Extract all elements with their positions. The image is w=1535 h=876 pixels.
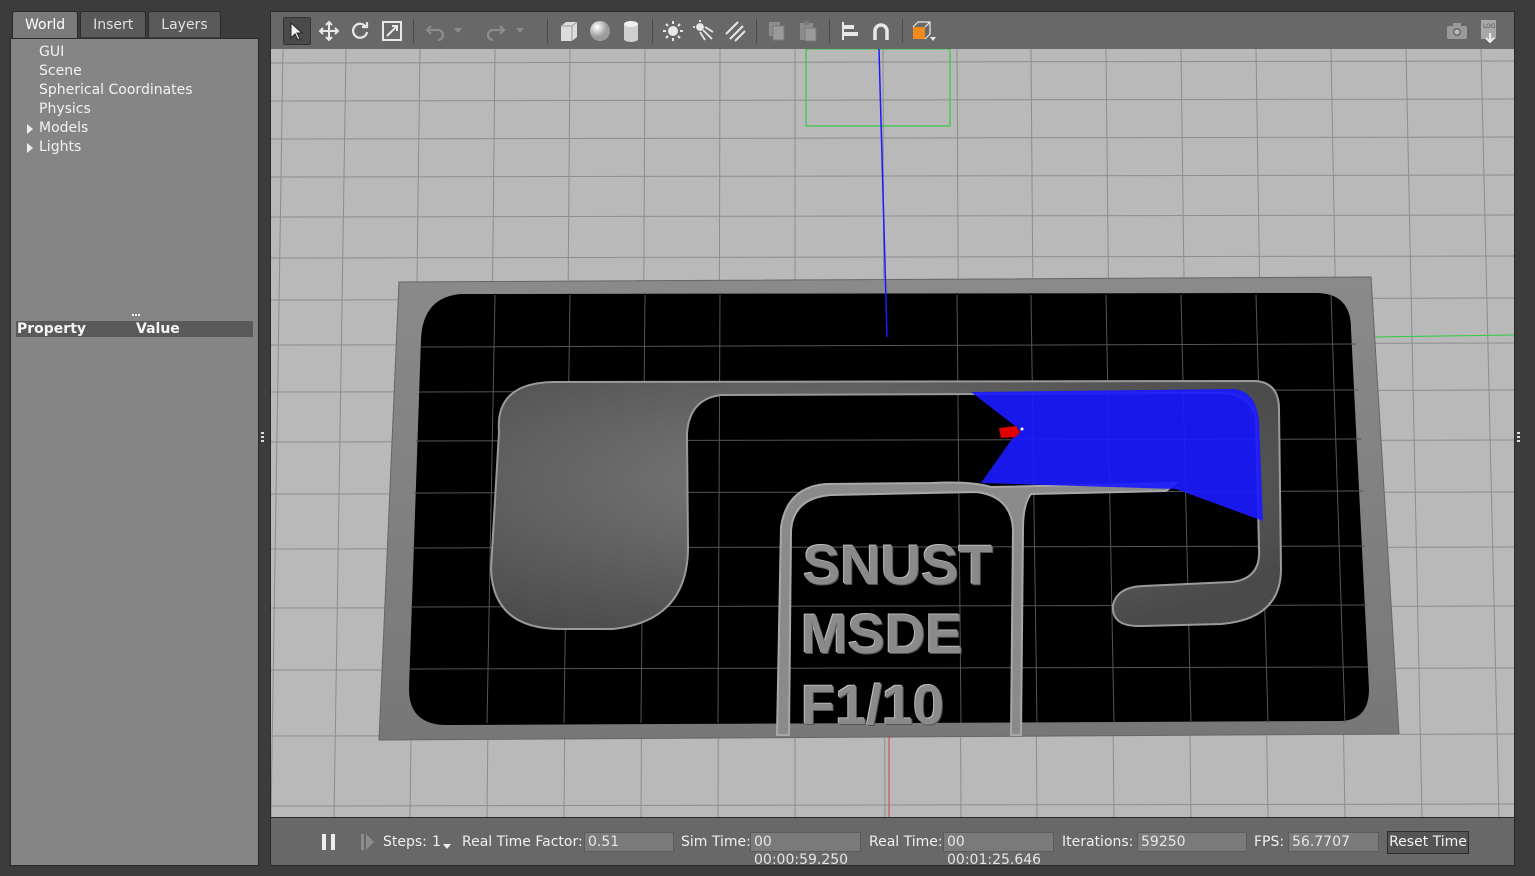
undo-icon[interactable] bbox=[421, 17, 449, 45]
rtf-field: 0.51 bbox=[584, 832, 674, 852]
tree-item-gui[interactable]: GUI bbox=[11, 43, 258, 62]
paste-icon[interactable] bbox=[794, 17, 822, 45]
steps-value[interactable]: 1 bbox=[432, 834, 441, 850]
tab-insert[interactable]: Insert bbox=[80, 11, 147, 37]
track-label-f110: F1/10 bbox=[801, 673, 945, 736]
origin-bounding-box bbox=[805, 49, 951, 127]
tree-item-label: Models bbox=[39, 120, 89, 136]
track-label-msde: MSDE bbox=[801, 602, 963, 665]
copy-icon[interactable] bbox=[763, 17, 791, 45]
rtf-label: Real Time Factor: bbox=[462, 834, 583, 850]
redo-dropdown-icon[interactable] bbox=[513, 17, 527, 45]
expand-arrow-icon[interactable] bbox=[27, 143, 33, 153]
rotate-icon[interactable] bbox=[346, 17, 374, 45]
redo-icon[interactable] bbox=[482, 17, 510, 45]
cylinder-shape-icon[interactable] bbox=[617, 17, 645, 45]
sim-time-field: 00 00:00:59.250 bbox=[750, 832, 861, 868]
track-label-snust: SNUST bbox=[803, 533, 993, 596]
property-table-header: Property Value bbox=[16, 321, 253, 337]
fps-label: FPS: bbox=[1254, 834, 1285, 850]
tree-item-label: GUI bbox=[39, 44, 65, 60]
panel-splitter-handle[interactable] bbox=[132, 314, 140, 319]
tree-item-lights[interactable]: Lights bbox=[11, 138, 258, 157]
svg-text:LOG: LOG bbox=[1483, 23, 1496, 30]
tree-item-label: Spherical Coordinates bbox=[39, 82, 193, 98]
left-panel-tabs: World Insert Layers bbox=[12, 11, 223, 38]
green-axis-line bbox=[1370, 334, 1514, 338]
snap-icon[interactable] bbox=[867, 17, 895, 45]
point-light-icon[interactable] bbox=[659, 17, 687, 45]
expand-arrow-icon[interactable] bbox=[27, 124, 33, 134]
real-time-field: 00 00:01:25.646 bbox=[943, 832, 1054, 868]
3d-scene-viewport[interactable]: SNUST MSDE F1/10 bbox=[270, 49, 1515, 817]
translate-icon[interactable] bbox=[315, 17, 343, 45]
view-angle-icon[interactable] bbox=[909, 17, 937, 45]
step-icon[interactable] bbox=[353, 828, 381, 856]
tree-item-label: Scene bbox=[39, 63, 82, 79]
sphere-shape-icon[interactable] bbox=[586, 17, 614, 45]
iterations-label: Iterations: bbox=[1062, 834, 1134, 850]
steps-label: Steps: bbox=[383, 834, 427, 850]
value-column-header[interactable]: Value bbox=[136, 321, 180, 337]
right-panel-collapse-grip[interactable] bbox=[1517, 432, 1521, 444]
tree-item-physics[interactable]: Physics bbox=[11, 100, 258, 119]
box-shape-icon[interactable] bbox=[555, 17, 583, 45]
lidar-sensor bbox=[1020, 427, 1024, 431]
world-panel: GUI Scene Spherical Coordinates Physics … bbox=[10, 38, 259, 866]
real-time-label: Real Time: bbox=[869, 834, 943, 850]
tab-world[interactable]: World bbox=[12, 11, 79, 38]
log-icon[interactable]: LOG bbox=[1475, 17, 1503, 45]
simulation-status-bar: Steps: 1 Real Time Factor: 0.51 Sim Time… bbox=[270, 817, 1515, 868]
select-arrow-icon[interactable] bbox=[283, 17, 311, 45]
reset-time-button[interactable]: Reset Time bbox=[1387, 831, 1469, 854]
left-panel-collapse-grip[interactable] bbox=[261, 432, 265, 444]
tree-item-label: Lights bbox=[39, 139, 82, 155]
tree-item-label: Physics bbox=[39, 101, 91, 117]
toolbar: LOG bbox=[270, 11, 1515, 49]
align-icon[interactable] bbox=[836, 17, 864, 45]
tree-item-scene[interactable]: Scene bbox=[11, 62, 258, 81]
steps-dropdown-icon[interactable] bbox=[443, 844, 451, 850]
property-column-header[interactable]: Property bbox=[17, 321, 86, 337]
pause-icon[interactable] bbox=[315, 828, 343, 856]
screenshot-icon[interactable] bbox=[1443, 17, 1471, 45]
tree-item-spherical-coordinates[interactable]: Spherical Coordinates bbox=[11, 81, 258, 100]
undo-dropdown-icon[interactable] bbox=[451, 17, 465, 45]
world-tree: GUI Scene Spherical Coordinates Physics … bbox=[11, 43, 258, 313]
scale-icon[interactable] bbox=[378, 17, 406, 45]
sim-time-label: Sim Time: bbox=[681, 834, 751, 850]
directional-light-icon[interactable] bbox=[721, 17, 749, 45]
iterations-field: 59250 bbox=[1137, 832, 1247, 852]
spot-light-icon[interactable] bbox=[690, 17, 718, 45]
tab-layers[interactable]: Layers bbox=[148, 11, 221, 37]
tree-item-models[interactable]: Models bbox=[11, 119, 258, 138]
fps-field: 56.7707 bbox=[1288, 832, 1379, 852]
